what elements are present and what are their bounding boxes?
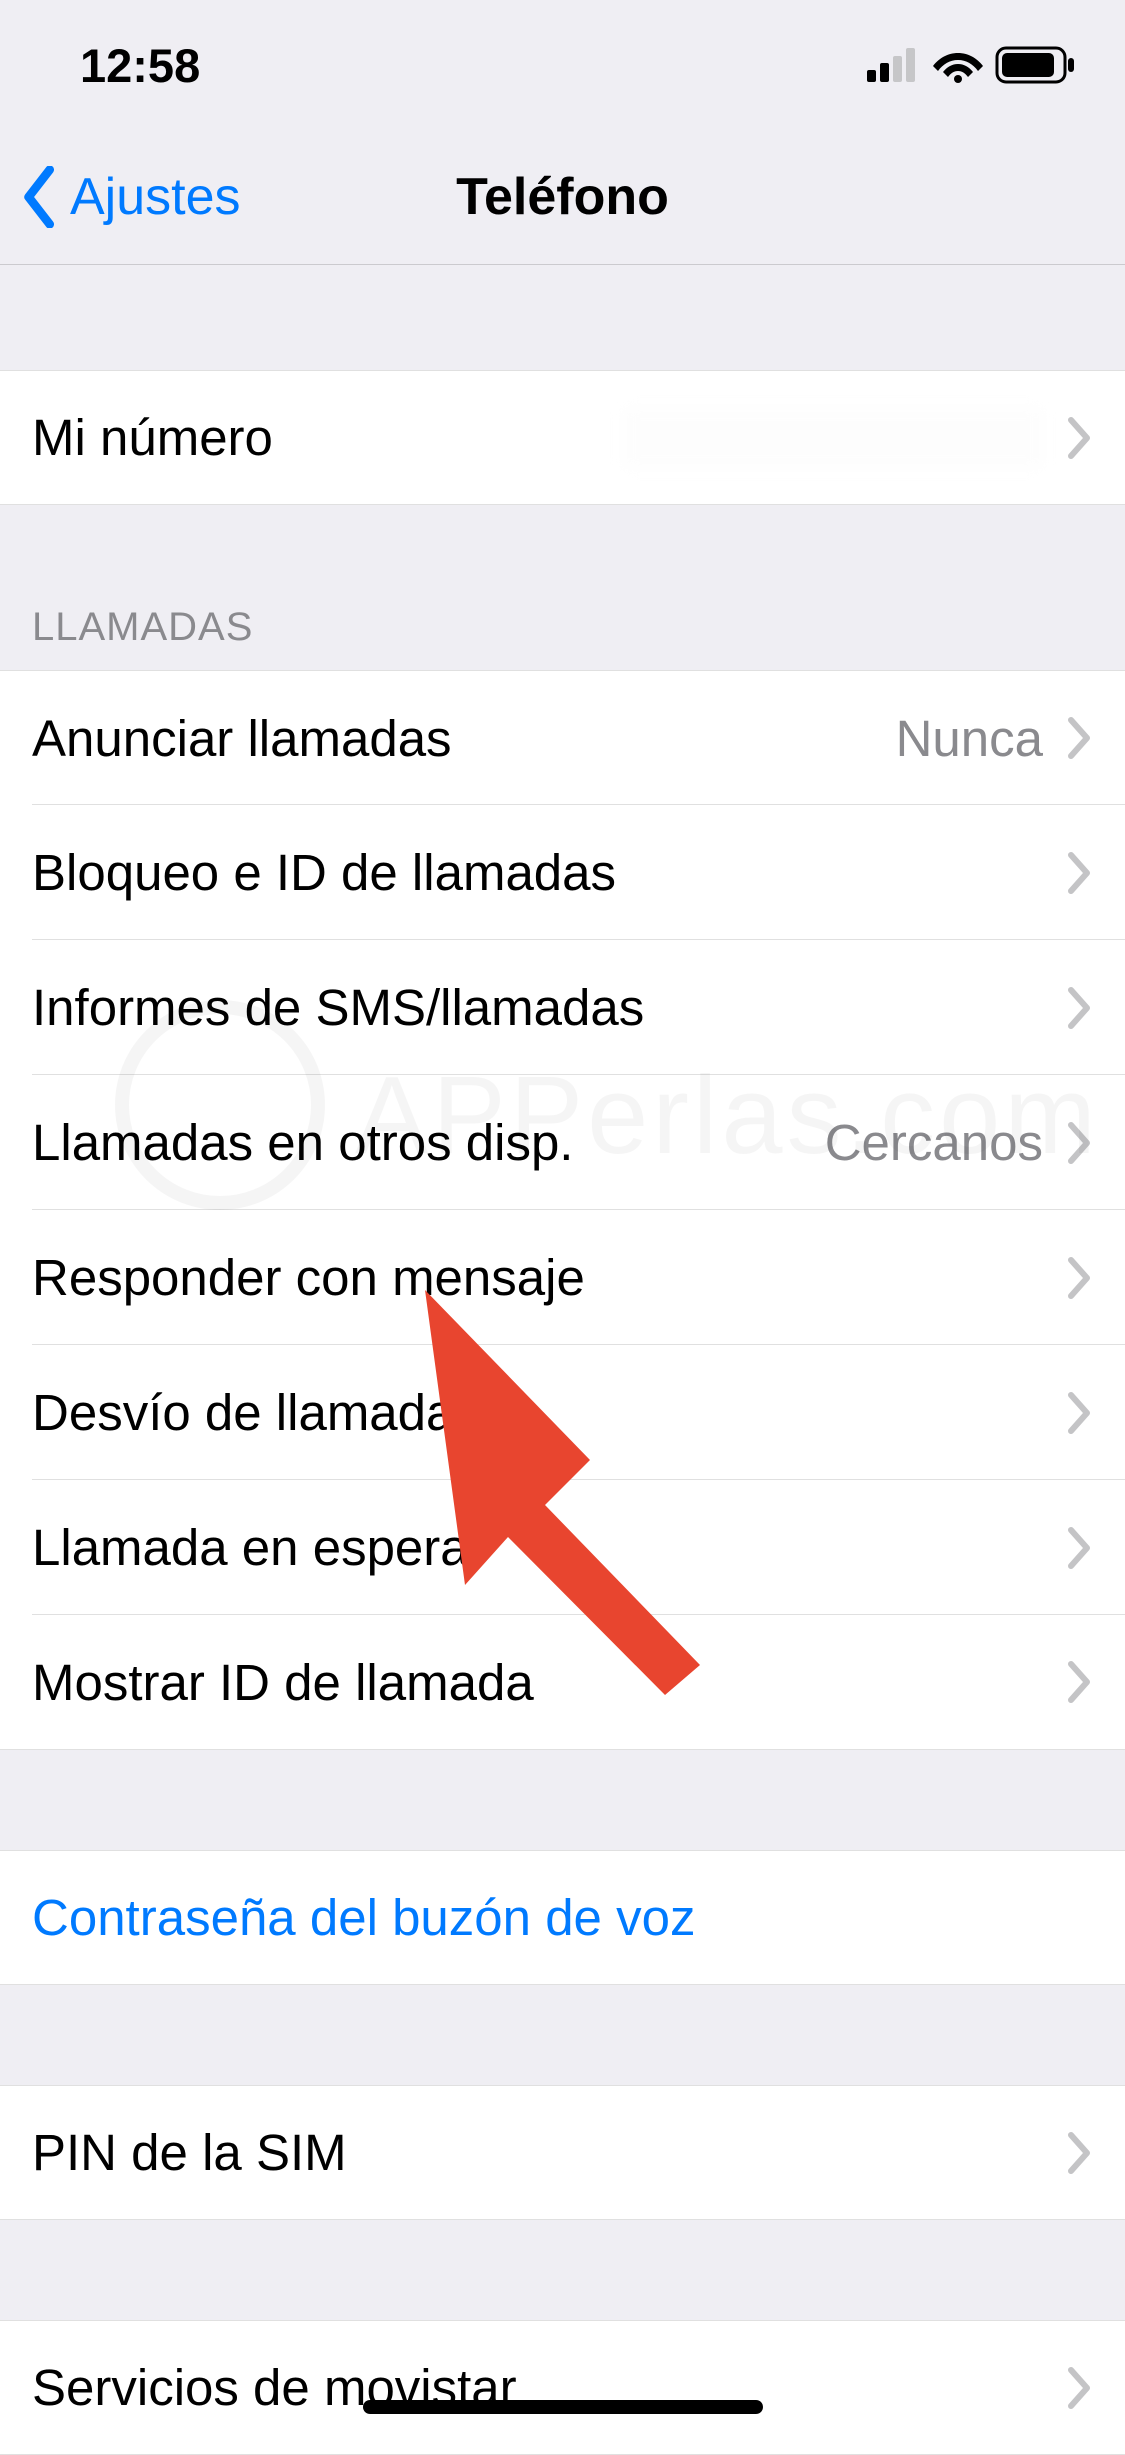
cell-block-id[interactable]: Bloqueo e ID de llamadas bbox=[0, 805, 1125, 940]
cell-label: Mi número bbox=[32, 408, 623, 467]
phone-number-blurred bbox=[623, 408, 1043, 468]
battery-icon bbox=[995, 46, 1075, 84]
chevron-right-icon bbox=[1065, 2131, 1093, 2175]
cell-value: Cercanos bbox=[825, 1113, 1043, 1172]
chevron-right-icon bbox=[1065, 986, 1093, 1030]
section-header-calls: LLAMADAS bbox=[0, 505, 1125, 670]
chevron-right-icon bbox=[1065, 716, 1093, 760]
chevron-right-icon bbox=[1065, 1660, 1093, 1704]
wifi-icon bbox=[933, 47, 983, 83]
chevron-right-icon bbox=[1065, 1121, 1093, 1165]
chevron-right-icon bbox=[1065, 851, 1093, 895]
page-title: Teléfono bbox=[456, 167, 669, 227]
cell-sim-pin[interactable]: PIN de la SIM bbox=[0, 2085, 1125, 2220]
cell-label: Informes de SMS/llamadas bbox=[32, 978, 1065, 1037]
cell-label: Mostrar ID de llamada bbox=[32, 1653, 1065, 1712]
cell-carrier-services[interactable]: Servicios de movistar bbox=[0, 2320, 1125, 2455]
cell-voicemail-password[interactable]: Contraseña del buzón de voz bbox=[0, 1850, 1125, 1985]
cell-label: Anunciar llamadas bbox=[32, 709, 896, 768]
status-bar: 12:58 bbox=[0, 0, 1125, 130]
back-button[interactable]: Ajustes bbox=[0, 166, 241, 228]
back-label: Ajustes bbox=[70, 167, 241, 227]
nav-bar: Ajustes Teléfono bbox=[0, 130, 1125, 265]
cell-label: Desvío de llamadas bbox=[32, 1383, 1065, 1442]
chevron-right-icon bbox=[1065, 2366, 1093, 2410]
chevron-right-icon bbox=[1065, 1526, 1093, 1570]
cell-my-number[interactable]: Mi número bbox=[0, 370, 1125, 505]
chevron-right-icon bbox=[1065, 1256, 1093, 1300]
cell-label: Contraseña del buzón de voz bbox=[32, 1888, 1093, 1947]
cell-label: Bloqueo e ID de llamadas bbox=[32, 843, 1065, 902]
cell-label: Llamadas en otros disp. bbox=[32, 1113, 825, 1172]
cell-label: PIN de la SIM bbox=[32, 2123, 1065, 2182]
status-time: 12:58 bbox=[80, 38, 200, 93]
cell-call-forwarding[interactable]: Desvío de llamadas bbox=[0, 1345, 1125, 1480]
cellular-icon bbox=[867, 48, 921, 82]
cell-respond-message[interactable]: Responder con mensaje bbox=[0, 1210, 1125, 1345]
cell-label: Llamada en espera bbox=[32, 1518, 1065, 1577]
cell-show-caller-id[interactable]: Mostrar ID de llamada bbox=[0, 1615, 1125, 1750]
cell-other-devices[interactable]: Llamadas en otros disp. Cercanos bbox=[0, 1075, 1125, 1210]
cell-call-waiting[interactable]: Llamada en espera bbox=[0, 1480, 1125, 1615]
cell-value: Nunca bbox=[896, 709, 1043, 768]
cell-announce-calls[interactable]: Anunciar llamadas Nunca bbox=[0, 670, 1125, 805]
status-icons bbox=[867, 46, 1075, 84]
chevron-left-icon bbox=[20, 166, 62, 228]
home-indicator[interactable] bbox=[363, 2400, 763, 2414]
chevron-right-icon bbox=[1065, 416, 1093, 460]
cell-sms-reports[interactable]: Informes de SMS/llamadas bbox=[0, 940, 1125, 1075]
chevron-right-icon bbox=[1065, 1391, 1093, 1435]
cell-label: Responder con mensaje bbox=[32, 1248, 1065, 1307]
